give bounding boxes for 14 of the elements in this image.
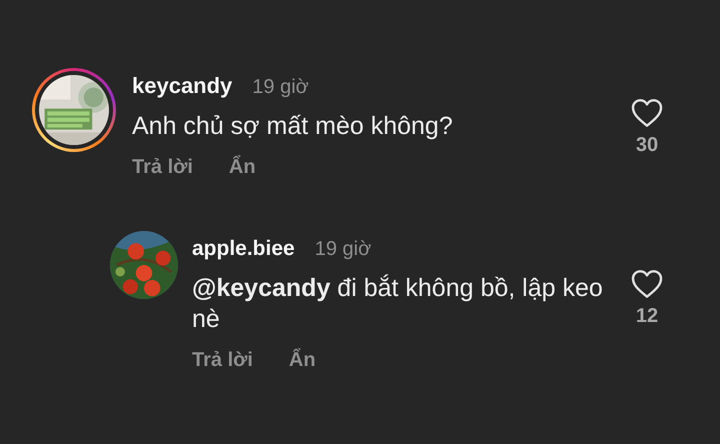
timestamp: 19 giờ xyxy=(314,238,372,261)
like-count: 12 xyxy=(636,305,658,328)
username[interactable]: keycandy xyxy=(132,73,232,99)
reply-link[interactable]: Trả lời xyxy=(192,349,253,372)
hide-link[interactable]: Ẩn xyxy=(288,349,316,372)
timestamp: 19 giờ xyxy=(252,76,309,99)
comment-text: @keycandy đi bắt không bồ, lập keo nè xyxy=(192,273,604,335)
comment-text: Anh chủ sợ mất mèo không? xyxy=(132,111,454,142)
heart-icon[interactable] xyxy=(631,269,663,299)
heart-icon[interactable] xyxy=(631,98,663,128)
reply-link[interactable]: Trả lời xyxy=(132,156,193,179)
username[interactable]: apple.biee xyxy=(192,237,295,261)
hide-link[interactable]: Ẩn xyxy=(228,156,256,179)
like-count: 30 xyxy=(636,134,658,157)
